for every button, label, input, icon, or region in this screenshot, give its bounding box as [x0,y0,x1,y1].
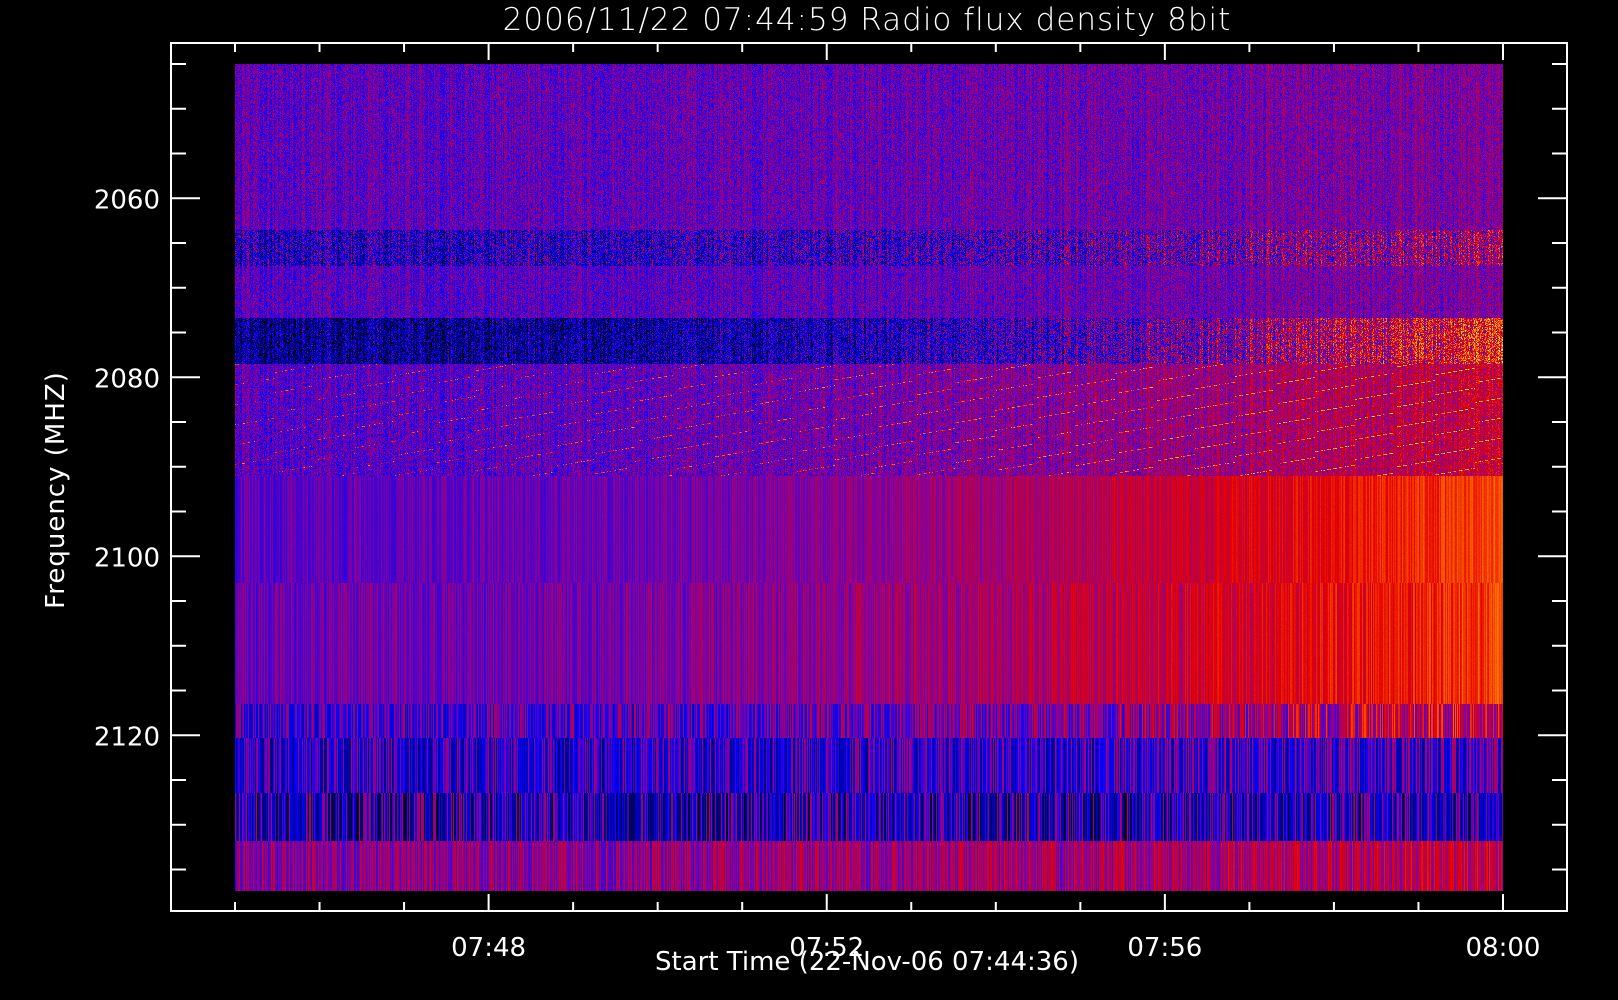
x-axis-title: Start Time (22-Nov-06 07:44:36) [655,947,1079,977]
y-tick-label: 2120 [94,722,160,752]
plot-frame [170,42,1568,912]
y-tick-label: 2100 [94,543,160,573]
y-tick-label: 2080 [94,364,160,394]
axis-ticks: 07:48 07:52 07:56 08:002060208021002120 [94,43,1567,963]
y-axis-title: Frequency (MHZ) [41,371,71,609]
plot-axes: 07:48 07:52 07:56 08:002060208021002120 [94,42,1568,963]
y-tick-label: 2060 [94,185,160,215]
